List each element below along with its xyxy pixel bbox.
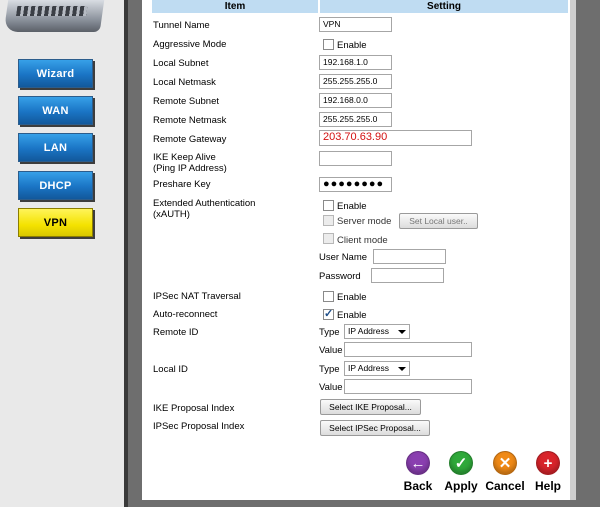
xauth-sublabel: (xAUTH) bbox=[153, 209, 190, 220]
remote-id-type-select[interactable]: IP Address bbox=[344, 324, 410, 339]
auto-reconnect-label: Auto-reconnect bbox=[153, 309, 218, 320]
ike-keepalive-sublabel: (Ping IP Address) bbox=[153, 163, 227, 174]
local-id-type-label: Type bbox=[319, 364, 340, 375]
dropdown-arrow-icon bbox=[398, 367, 406, 371]
set-local-user-button[interactable]: Set Local user.. bbox=[399, 213, 478, 229]
remote-id-value-label: Value bbox=[319, 345, 343, 356]
server-mode-text: Server mode bbox=[337, 216, 392, 227]
help-label: Help bbox=[534, 479, 561, 493]
local-id-type-value: IP Address bbox=[348, 363, 389, 373]
dropdown-arrow-icon bbox=[398, 330, 406, 334]
tunnel-name-label: Tunnel Name bbox=[153, 20, 210, 31]
local-subnet-input[interactable]: 192.168.1.0 bbox=[319, 55, 392, 70]
password-label: Password bbox=[319, 271, 361, 282]
column-header-setting: Setting bbox=[320, 0, 568, 13]
remote-netmask-input[interactable]: 255.255.255.0 bbox=[319, 112, 392, 127]
select-ipsec-proposal-button[interactable]: Select IPSec Proposal... bbox=[320, 420, 430, 436]
nat-traversal-enable-text: Enable bbox=[337, 292, 367, 303]
aggressive-mode-label: Aggressive Mode bbox=[153, 39, 227, 50]
cancel-button[interactable]: ✕ Cancel bbox=[485, 451, 525, 493]
local-netmask-input[interactable]: 255.255.255.0 bbox=[319, 74, 392, 89]
nav-wan-button[interactable]: WAN bbox=[18, 96, 93, 125]
remote-id-label: Remote ID bbox=[153, 327, 199, 338]
nav-vpn-button[interactable]: VPN bbox=[18, 208, 93, 237]
ipsec-proposal-label: IPSec Proposal Index bbox=[153, 421, 245, 432]
cancel-x-icon: ✕ bbox=[493, 451, 517, 475]
client-mode-text: Client mode bbox=[337, 235, 388, 246]
nav-wizard-button[interactable]: Wizard bbox=[18, 59, 93, 88]
nav-dhcp-button[interactable]: DHCP bbox=[18, 171, 93, 200]
preshare-key-input[interactable]: ●●●●●●●● bbox=[319, 177, 392, 192]
local-id-value-label: Value bbox=[319, 382, 343, 393]
xauth-label: Extended Authentication bbox=[153, 198, 256, 209]
cancel-label: Cancel bbox=[485, 479, 525, 493]
help-plus-icon: + bbox=[536, 451, 560, 475]
local-netmask-label: Local Netmask bbox=[153, 77, 216, 88]
apply-button[interactable]: ✓ Apply bbox=[441, 451, 481, 493]
router-device-image bbox=[3, 0, 105, 32]
select-ike-proposal-button[interactable]: Select IKE Proposal... bbox=[320, 399, 421, 415]
remote-subnet-input[interactable]: 192.168.0.0 bbox=[319, 93, 392, 108]
client-mode-checkbox[interactable] bbox=[323, 233, 334, 244]
remote-id-type-label: Type bbox=[319, 327, 340, 338]
server-mode-checkbox[interactable] bbox=[323, 215, 334, 226]
tunnel-name-input[interactable]: VPN bbox=[319, 17, 392, 32]
user-name-label: User Name bbox=[319, 252, 368, 263]
check-icon: ✓ bbox=[449, 451, 473, 475]
local-id-value-input[interactable] bbox=[344, 379, 472, 394]
aggressive-mode-checkbox[interactable] bbox=[323, 39, 334, 50]
remote-subnet-label: Remote Subnet bbox=[153, 96, 220, 107]
auto-reconnect-enable-text: Enable bbox=[337, 310, 367, 321]
nat-traversal-label: IPSec NAT Traversal bbox=[153, 291, 241, 302]
aggressive-mode-enable-text: Enable bbox=[337, 40, 367, 51]
preshare-key-label: Preshare Key bbox=[153, 179, 211, 190]
remote-id-value-input[interactable] bbox=[344, 342, 472, 357]
nat-traversal-checkbox[interactable] bbox=[323, 291, 334, 302]
password-input[interactable] bbox=[371, 268, 444, 283]
remote-netmask-label: Remote Netmask bbox=[153, 115, 227, 126]
back-button[interactable]: ← Back bbox=[398, 451, 438, 493]
remote-gateway-input[interactable]: 203.70.63.90 bbox=[319, 130, 472, 146]
xauth-enable-text: Enable bbox=[337, 201, 367, 212]
xauth-enable-checkbox[interactable] bbox=[323, 200, 334, 211]
ike-proposal-label: IKE Proposal Index bbox=[153, 403, 235, 414]
auto-reconnect-checkbox[interactable] bbox=[323, 307, 334, 320]
local-id-label: Local ID bbox=[153, 364, 188, 375]
back-label: Back bbox=[403, 479, 433, 493]
back-arrow-icon: ← bbox=[406, 451, 430, 475]
help-button[interactable]: + Help bbox=[528, 451, 568, 493]
ike-keepalive-label: IKE Keep Alive bbox=[153, 152, 216, 163]
column-header-item: Item bbox=[152, 0, 318, 13]
local-id-type-select[interactable]: IP Address bbox=[344, 361, 410, 376]
user-name-input[interactable] bbox=[373, 249, 446, 264]
sidebar: Wizard WAN LAN DHCP VPN bbox=[0, 0, 126, 507]
remote-id-type-value: IP Address bbox=[348, 326, 389, 336]
remote-gateway-label: Remote Gateway bbox=[153, 134, 227, 145]
ike-keepalive-input[interactable] bbox=[319, 151, 392, 166]
nav-lan-button[interactable]: LAN bbox=[18, 133, 93, 162]
local-subnet-label: Local Subnet bbox=[153, 58, 209, 69]
apply-label: Apply bbox=[444, 479, 478, 493]
